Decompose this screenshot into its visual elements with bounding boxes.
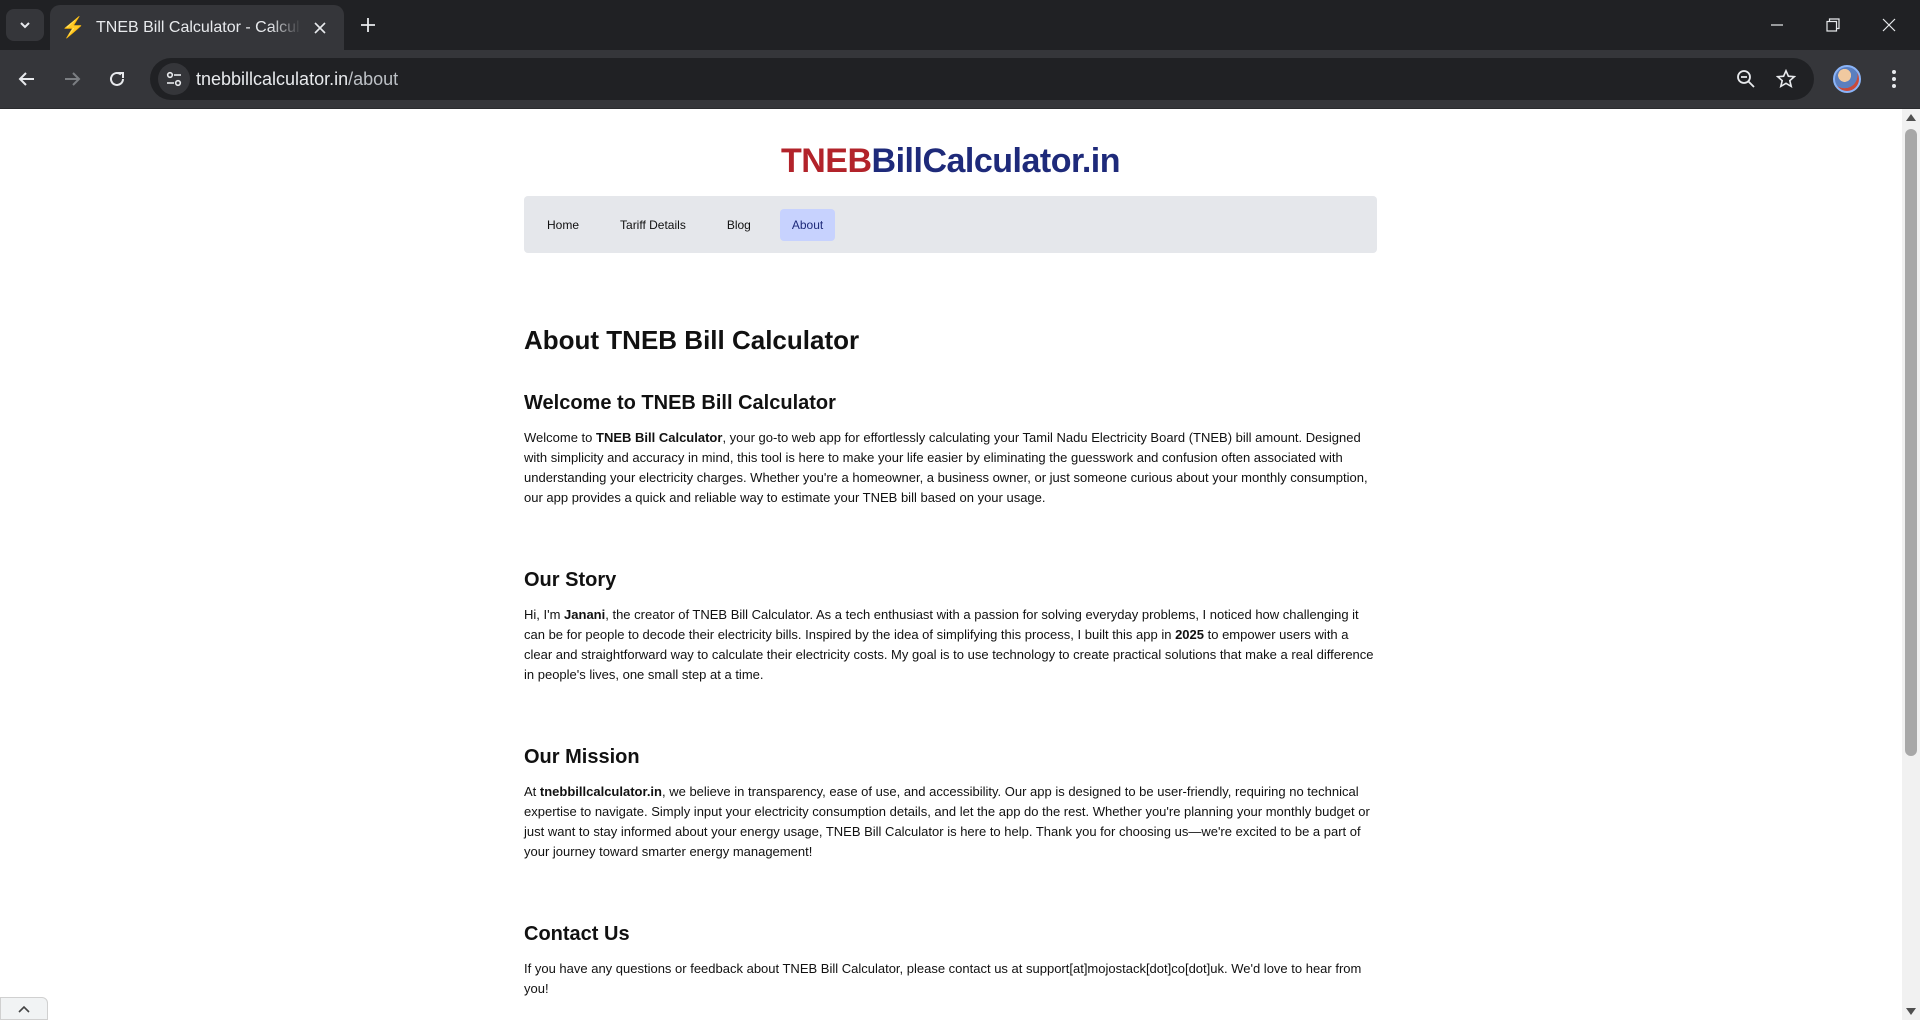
main-nav: Home Tariff Details Blog About: [524, 196, 1377, 253]
browser-tab[interactable]: ⚡ TNEB Bill Calculator - Calculate TNEB …: [50, 5, 344, 50]
kebab-menu-icon: [1892, 70, 1896, 88]
logo-part-billcalculator: BillCalculator.in: [871, 142, 1121, 180]
welcome-paragraph: Welcome to TNEB Bill Calculator, your go…: [524, 430, 1368, 505]
forward-button[interactable]: [54, 61, 90, 97]
nav-link-about[interactable]: About: [779, 208, 836, 241]
lightning-bolt-icon: ⚡: [60, 16, 86, 39]
close-window-button[interactable]: [1861, 0, 1917, 50]
restore-button[interactable]: [1805, 0, 1861, 50]
restore-icon: [1826, 18, 1840, 32]
chevron-down-icon: [20, 22, 30, 29]
page-title: About TNEB Bill Calculator: [524, 325, 860, 355]
nav-link-home[interactable]: Home: [535, 209, 591, 241]
url-host: tnebbillcalculator.in: [196, 69, 349, 89]
site-info-icon: [166, 71, 182, 87]
story-heading: Our Story: [524, 569, 617, 591]
page-scrollbar[interactable]: [1902, 109, 1920, 1020]
nav-link-blog[interactable]: Blog: [715, 209, 763, 241]
back-button[interactable]: [9, 61, 45, 97]
bookmark-button[interactable]: [1770, 63, 1802, 95]
url-path: /about: [348, 69, 399, 89]
mission-paragraph: At tnebbillcalculator.in, we believe in …: [524, 784, 1370, 859]
address-bar[interactable]: tnebbillcalculator.in/about: [150, 58, 1814, 100]
mission-section: Our Mission At tnebbillcalculator.in, we…: [524, 745, 1377, 862]
contact-section: Contact Us If you have any questions or …: [524, 922, 1377, 999]
new-tab-button[interactable]: [352, 9, 384, 41]
scroll-up-arrow-icon[interactable]: [1906, 114, 1916, 121]
site-info-button[interactable]: [158, 63, 190, 95]
zoom-button[interactable]: [1730, 63, 1762, 95]
close-icon: [1882, 18, 1896, 32]
close-tab-button[interactable]: [308, 16, 332, 40]
reload-button[interactable]: [99, 61, 135, 97]
close-icon: [314, 21, 326, 34]
logo-part-tneb: TNEB: [780, 142, 872, 180]
contact-paragraph: If you have any questions or feedback ab…: [524, 961, 1362, 996]
minimize-icon: [1771, 24, 1783, 26]
minimize-button[interactable]: [1749, 0, 1805, 50]
scroll-down-arrow-icon[interactable]: [1906, 1008, 1916, 1015]
story-paragraph: Hi, I'm Janani, the creator of TNEB Bill…: [524, 607, 1374, 682]
nav-link-tariff-details[interactable]: Tariff Details: [608, 209, 698, 241]
zoom-icon: [1737, 70, 1755, 88]
tab-search-button[interactable]: [6, 9, 44, 41]
browser-menu-button[interactable]: [1878, 63, 1910, 95]
page-container: TNEBBillCalculator.in Home Tariff Detail…: [524, 109, 1377, 999]
page-viewport: TNEBBillCalculator.in Home Tariff Detail…: [0, 109, 1902, 1020]
contact-heading: Contact Us: [524, 923, 630, 945]
star-icon: [1776, 69, 1796, 89]
browser-toolbar: tnebbillcalculator.in/about: [0, 50, 1920, 109]
forward-arrow-icon: [65, 72, 81, 86]
back-arrow-icon: [18, 72, 34, 86]
story-section: Our Story Hi, I'm Janani, the creator of…: [524, 568, 1377, 685]
avatar[interactable]: [1833, 65, 1861, 93]
url-text[interactable]: tnebbillcalculator.in/about: [196, 69, 398, 90]
mission-heading: Our Mission: [524, 746, 640, 768]
welcome-heading: Welcome to TNEB Bill Calculator: [524, 392, 836, 414]
tab-strip: ⚡ TNEB Bill Calculator - Calculate TNEB …: [0, 0, 1920, 50]
welcome-section: Welcome to TNEB Bill Calculator Welcome …: [524, 391, 1377, 508]
scroll-to-top-button[interactable]: [0, 997, 48, 1020]
chevron-up-icon: [18, 1005, 30, 1013]
reload-icon: [110, 71, 124, 86]
site-logo[interactable]: TNEBBillCalculator.in: [524, 141, 1377, 181]
plus-icon: [361, 18, 375, 32]
tab-title: TNEB Bill Calculator - Calculate TNEB Bi…: [96, 18, 301, 36]
scrollbar-thumb[interactable]: [1905, 129, 1917, 756]
